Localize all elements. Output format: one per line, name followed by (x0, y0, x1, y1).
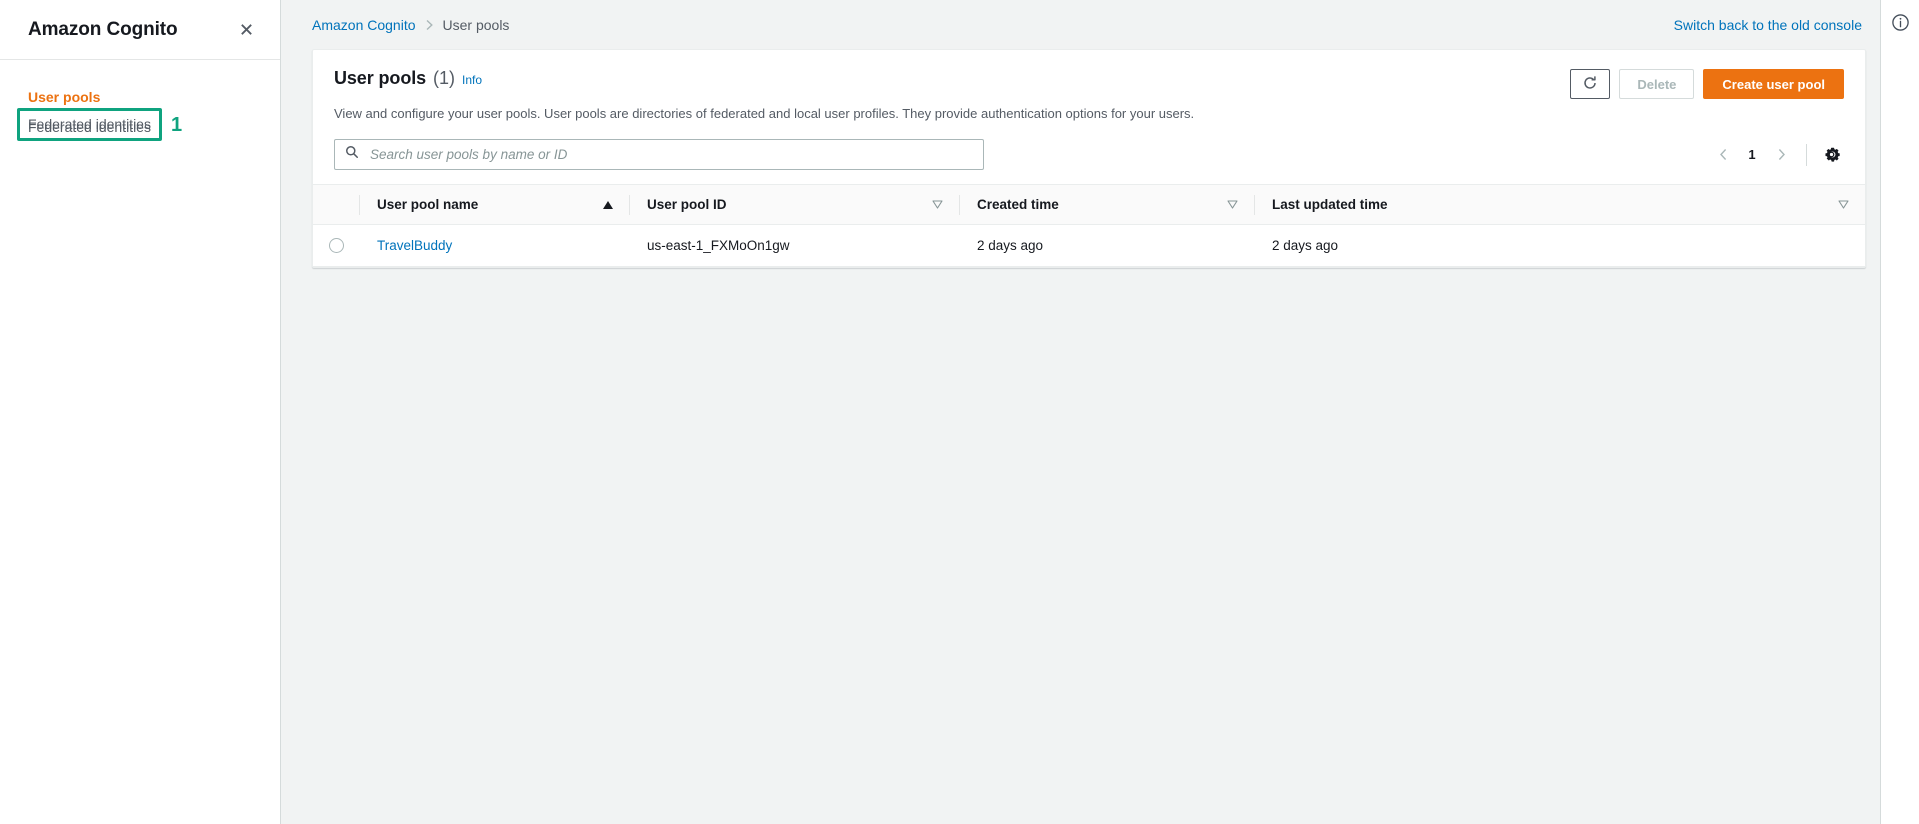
sort-none-icon (1227, 197, 1238, 212)
sidebar-item-user-pools[interactable]: User pools (0, 82, 280, 112)
breadcrumb: Amazon Cognito User pools (312, 17, 509, 33)
search-box[interactable] (334, 139, 984, 170)
refresh-button[interactable] (1570, 69, 1611, 99)
column-label: Created time (977, 197, 1059, 212)
close-icon[interactable] (234, 18, 258, 42)
column-divider (1254, 195, 1255, 215)
create-user-pool-button[interactable]: Create user pool (1703, 69, 1844, 99)
search-input[interactable] (368, 146, 973, 163)
sort-ascending-icon (603, 200, 613, 209)
search-icon (345, 145, 359, 164)
page-number-1[interactable]: 1 (1739, 142, 1765, 168)
sidebar-item-federated-identities[interactable]: Federated identities (0, 112, 280, 142)
user-pool-link[interactable]: TravelBuddy (377, 238, 452, 253)
sidebar-nav: User pools Federated identities (0, 60, 280, 142)
card-description: View and configure your user pools. User… (334, 106, 1195, 121)
sidebar-item-label: User pools (28, 89, 101, 105)
cell-created-time: 2 days ago (959, 224, 1254, 267)
table-tools-row: 1 (313, 123, 1865, 184)
column-divider (629, 195, 630, 215)
delete-button[interactable]: Delete (1619, 69, 1695, 99)
app-root: Amazon Cognito User pools Federated iden… (0, 0, 1919, 824)
table-header-row: User pool name User pool ID Created time… (313, 184, 1865, 225)
breadcrumb-item-user-pools: User pools (442, 16, 510, 33)
column-header-user-pool-id[interactable]: User pool ID (629, 185, 959, 225)
table-header: User pool name User pool ID Created time… (313, 184, 1865, 225)
cell-user-pool-name: TravelBuddy (359, 224, 629, 267)
column-header-user-pool-name[interactable]: User pool name (359, 185, 629, 225)
switch-back-to-old-console-link[interactable]: Switch back to the old console (1674, 17, 1862, 33)
sidebar: Amazon Cognito User pools Federated iden… (0, 0, 281, 824)
column-label: User pool ID (647, 197, 727, 212)
sidebar-item-label: Federated identities (28, 119, 151, 135)
sort-none-icon (1838, 197, 1849, 212)
right-rail (1880, 0, 1919, 824)
sidebar-title: Amazon Cognito (28, 18, 178, 40)
chevron-right-icon (425, 19, 434, 31)
card-header: User pools (1) Info Delete Create user p… (313, 50, 1865, 99)
card-title-row: User pools (1) Info (334, 68, 482, 89)
column-divider (359, 195, 360, 215)
column-header-last-updated-time[interactable]: Last updated time (1254, 185, 1865, 225)
info-circle-icon[interactable] (1888, 10, 1912, 34)
column-label: Last updated time (1272, 197, 1388, 212)
pagination-divider (1806, 143, 1807, 166)
main-content: Amazon Cognito User pools Switch back to… (281, 0, 1880, 824)
table-body: TravelBuddy us-east-1_FXMoOn1gw 2 days a… (313, 224, 1865, 267)
column-label: User pool name (377, 197, 479, 212)
chevron-right-icon[interactable] (1767, 141, 1795, 169)
pagination: 1 (1709, 141, 1844, 169)
sort-none-icon (932, 197, 943, 212)
breadcrumb-item-amazon-cognito[interactable]: Amazon Cognito (312, 17, 416, 33)
card-header-actions: Delete Create user pool (1570, 68, 1844, 99)
sidebar-header: Amazon Cognito (0, 0, 280, 60)
cell-last-updated-time: 2 days ago (1254, 224, 1865, 267)
table-row[interactable]: TravelBuddy us-east-1_FXMoOn1gw 2 days a… (313, 224, 1865, 267)
user-pools-card: User pools (1) Info Delete Create user p… (312, 49, 1866, 268)
user-pool-count: (1) (433, 68, 456, 88)
row-select-cell (313, 224, 359, 267)
select-all-column-header (313, 185, 359, 225)
info-link[interactable]: Info (462, 73, 482, 87)
content-area: User pools (1) Info Delete Create user p… (281, 49, 1880, 824)
cell-user-pool-id: us-east-1_FXMoOn1gw (629, 224, 959, 267)
gear-icon[interactable] (1818, 142, 1844, 168)
chevron-left-icon[interactable] (1709, 141, 1737, 169)
row-radio-button[interactable] (328, 238, 344, 253)
column-header-created-time[interactable]: Created time (959, 185, 1254, 225)
user-pools-table: User pool name User pool ID Created time… (313, 184, 1865, 267)
page-title: User pools (334, 68, 427, 88)
column-divider (959, 195, 960, 215)
topbar: Amazon Cognito User pools Switch back to… (281, 0, 1880, 49)
refresh-icon (1582, 75, 1598, 94)
